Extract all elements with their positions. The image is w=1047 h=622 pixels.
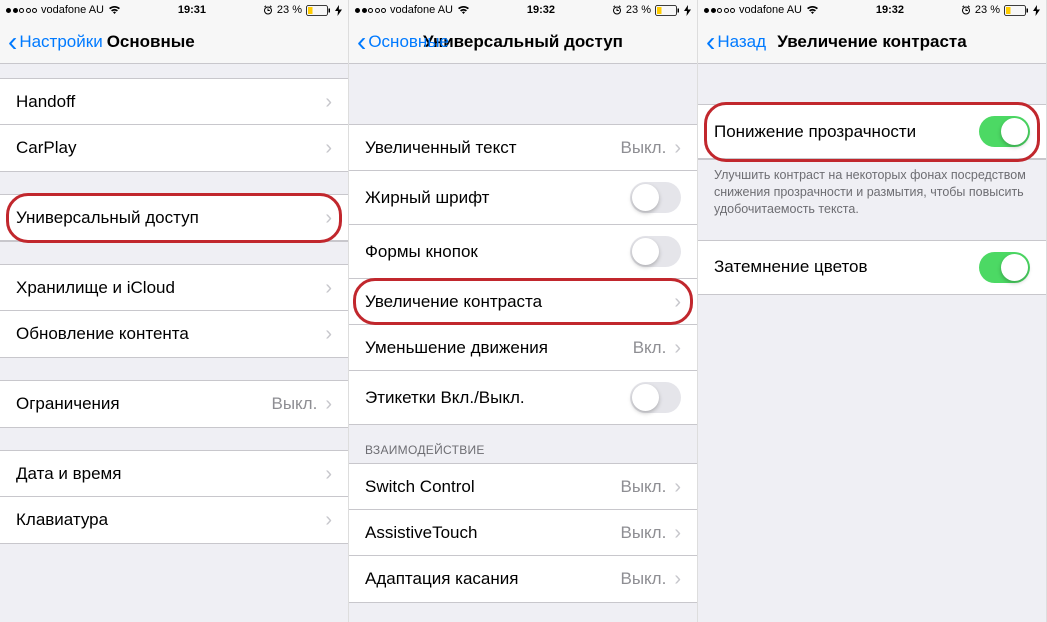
- charging-icon: [1033, 5, 1040, 16]
- charging-icon: [335, 5, 342, 16]
- row-assistivetouch[interactable]: AssistiveTouchВыкл.›: [349, 510, 697, 556]
- row-accessibility[interactable]: Универсальный доступ›: [0, 195, 348, 241]
- back-button[interactable]: ‹ Настройки: [8, 28, 103, 56]
- row-date-time[interactable]: Дата и время›: [0, 451, 348, 497]
- toggle-bold-text[interactable]: [630, 182, 681, 213]
- row-storage-icloud[interactable]: Хранилище и iCloud›: [0, 265, 348, 311]
- alarm-icon: [612, 5, 622, 15]
- carrier-label: vodafone AU: [390, 4, 453, 16]
- battery-icon: [306, 5, 331, 16]
- nav-bar: ‹ Назад Увеличение контраста: [698, 20, 1046, 64]
- row-carplay[interactable]: CarPlay›: [0, 125, 348, 171]
- row-reduce-transparency[interactable]: Понижение прозрачности: [698, 105, 1046, 159]
- row-larger-text[interactable]: Увеличенный текстВыкл.›: [349, 125, 697, 171]
- time-label: 19:32: [527, 4, 555, 16]
- group-header-interaction: ВЗАИМОДЕЙСТВИЕ: [349, 425, 697, 463]
- chevron-left-icon: ‹: [8, 28, 17, 56]
- content: Понижение прозрачности Улучшить контраст…: [698, 64, 1046, 622]
- chevron-right-icon: ›: [325, 510, 332, 530]
- nav-bar: ‹ Настройки Основные: [0, 20, 348, 64]
- battery-icon: [1004, 5, 1029, 16]
- chevron-left-icon: ‹: [706, 28, 715, 56]
- alarm-icon: [263, 5, 273, 15]
- wifi-icon: [108, 5, 121, 15]
- signal-dots-icon: [704, 8, 735, 13]
- row-on-off-labels[interactable]: Этикетки Вкл./Выкл.: [349, 371, 697, 424]
- status-bar: vodafone AU 19:32 23 %: [349, 0, 697, 20]
- row-background-refresh[interactable]: Обновление контента›: [0, 311, 348, 357]
- chevron-right-icon: ›: [674, 569, 681, 589]
- battery-percent: 23 %: [626, 4, 651, 16]
- nav-bar: ‹ Основные Универсальный доступ: [349, 20, 697, 64]
- screen-increase-contrast: vodafone AU 19:32 23 % ‹ Назад Увеличени…: [698, 0, 1047, 622]
- content: Handoff› CarPlay› Универсальный доступ› …: [0, 64, 348, 622]
- chevron-right-icon: ›: [325, 394, 332, 414]
- chevron-right-icon: ›: [674, 138, 681, 158]
- row-keyboard[interactable]: Клавиатура›: [0, 497, 348, 543]
- page-title: Основные: [107, 32, 195, 52]
- back-button[interactable]: ‹ Основные: [357, 28, 449, 56]
- row-button-shapes[interactable]: Формы кнопок: [349, 225, 697, 279]
- alarm-icon: [961, 5, 971, 15]
- chevron-right-icon: ›: [325, 92, 332, 112]
- battery-percent: 23 %: [277, 4, 302, 16]
- row-touch-accommodations[interactable]: Адаптация касанияВыкл.›: [349, 556, 697, 602]
- back-label: Настройки: [19, 32, 102, 52]
- chevron-right-icon: ›: [674, 292, 681, 312]
- time-label: 19:32: [876, 4, 904, 16]
- row-reduce-motion[interactable]: Уменьшение движенияВкл.›: [349, 325, 697, 371]
- chevron-right-icon: ›: [325, 324, 332, 344]
- toggle-reduce-transparency[interactable]: [979, 116, 1030, 147]
- toggle-button-shapes[interactable]: [630, 236, 681, 267]
- screen-general: vodafone AU 19:31 23 % ‹ Настройки Основ…: [0, 0, 349, 622]
- chevron-right-icon: ›: [325, 138, 332, 158]
- back-label: Основные: [368, 32, 449, 52]
- row-increase-contrast[interactable]: Увеличение контраста›: [349, 279, 697, 325]
- battery-percent: 23 %: [975, 4, 1000, 16]
- content: Увеличенный текстВыкл.› Жирный шрифт Фор…: [349, 64, 697, 622]
- chevron-right-icon: ›: [325, 208, 332, 228]
- status-bar: vodafone AU 19:32 23 %: [698, 0, 1046, 20]
- row-handoff[interactable]: Handoff›: [0, 79, 348, 125]
- wifi-icon: [457, 5, 470, 15]
- row-darken-colors[interactable]: Затемнение цветов: [698, 241, 1046, 294]
- time-label: 19:31: [178, 4, 206, 16]
- charging-icon: [684, 5, 691, 16]
- footer-reduce-transparency: Улучшить контраст на некоторых фонах пос…: [698, 160, 1046, 218]
- page-title: Универсальный доступ: [423, 32, 623, 52]
- signal-dots-icon: [355, 8, 386, 13]
- chevron-right-icon: ›: [674, 477, 681, 497]
- screen-accessibility: vodafone AU 19:32 23 % ‹ Основные Универ…: [349, 0, 698, 622]
- carrier-label: vodafone AU: [41, 4, 104, 16]
- back-button[interactable]: ‹ Назад: [706, 28, 766, 56]
- chevron-left-icon: ‹: [357, 28, 366, 56]
- back-label: Назад: [717, 32, 766, 52]
- row-switch-control[interactable]: Switch ControlВыкл.›: [349, 464, 697, 510]
- signal-dots-icon: [6, 8, 37, 13]
- carrier-label: vodafone AU: [739, 4, 802, 16]
- chevron-right-icon: ›: [674, 338, 681, 358]
- page-title: Увеличение контраста: [777, 32, 966, 52]
- wifi-icon: [806, 5, 819, 15]
- chevron-right-icon: ›: [674, 523, 681, 543]
- row-bold-text[interactable]: Жирный шрифт: [349, 171, 697, 225]
- toggle-on-off-labels[interactable]: [630, 382, 681, 413]
- chevron-right-icon: ›: [325, 278, 332, 298]
- row-restrictions[interactable]: ОграниченияВыкл.›: [0, 381, 348, 427]
- battery-icon: [655, 5, 680, 16]
- chevron-right-icon: ›: [325, 464, 332, 484]
- toggle-darken-colors[interactable]: [979, 252, 1030, 283]
- status-bar: vodafone AU 19:31 23 %: [0, 0, 348, 20]
